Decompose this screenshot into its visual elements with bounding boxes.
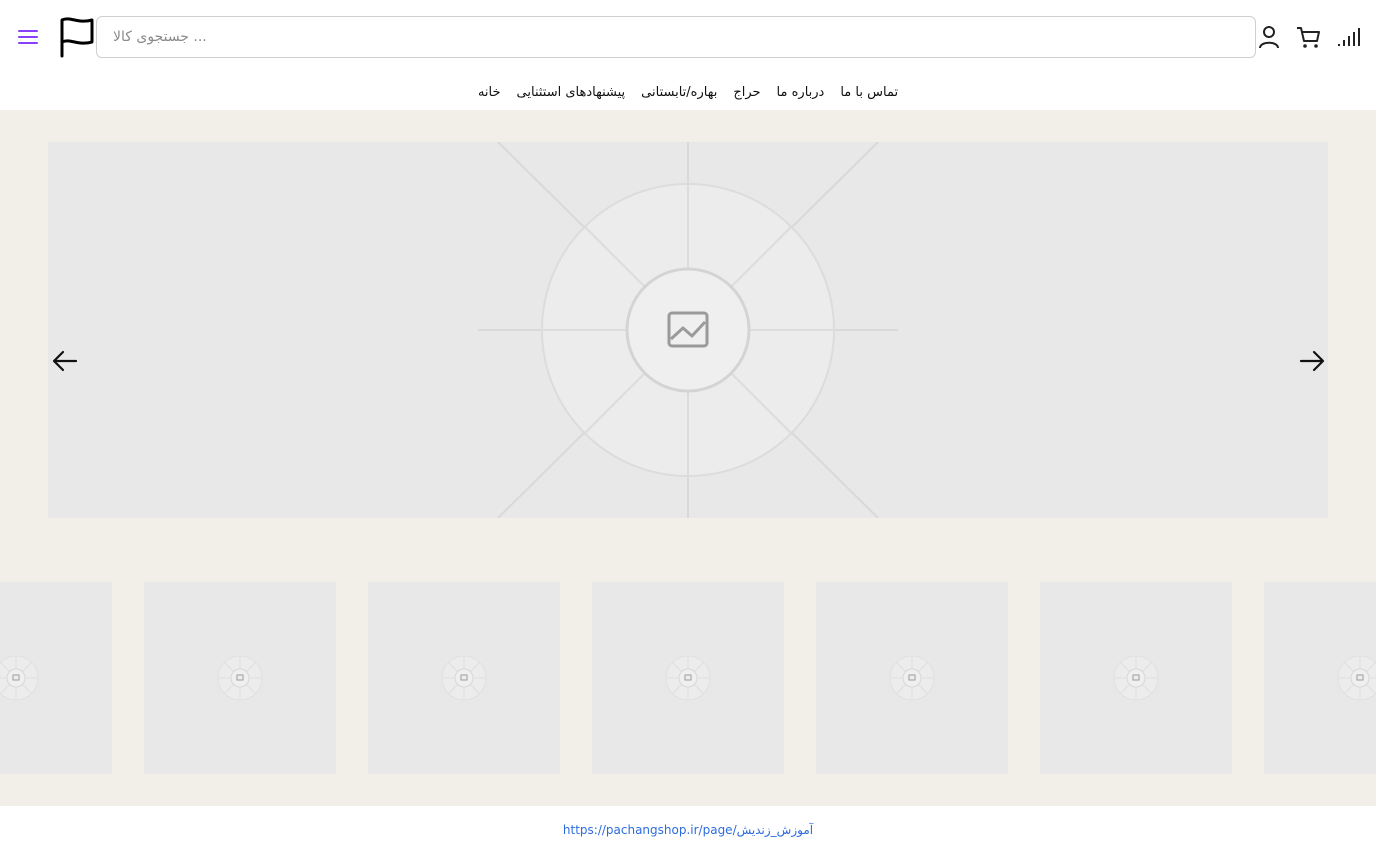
- signal-icon[interactable]: [1336, 24, 1362, 50]
- nav-item-contact[interactable]: تماس با ما: [840, 85, 898, 100]
- image-placeholder-icon: [478, 142, 898, 518]
- hero-slider: [48, 142, 1328, 518]
- image-placeholder-icon: [217, 655, 263, 701]
- thumbnail-item[interactable]: [1040, 582, 1232, 774]
- thumbnail-item[interactable]: [1264, 582, 1376, 774]
- thumbnail-item[interactable]: [816, 582, 1008, 774]
- menu-icon[interactable]: [16, 26, 40, 48]
- nav-item-special-offers[interactable]: پیشنهادهای استثنایی: [517, 85, 626, 100]
- search-input[interactable]: [97, 17, 1255, 57]
- image-placeholder-icon: [0, 655, 39, 701]
- main-nav: تماس با ما درباره ما حراج بهاره/تابستانی…: [0, 74, 1376, 110]
- image-placeholder-icon: [889, 655, 935, 701]
- nav-item-spring-summer[interactable]: بهاره/تابستانی: [641, 85, 717, 100]
- flag-logo-icon[interactable]: [58, 16, 96, 58]
- thumbnail-item[interactable]: [0, 582, 112, 774]
- footer: https://pachangshop.ir/page/آموزش_زندیش: [0, 806, 1376, 854]
- image-placeholder-icon: [665, 655, 711, 701]
- user-icon[interactable]: [1256, 24, 1282, 50]
- cart-icon[interactable]: [1295, 24, 1321, 50]
- thumbnail-carousel: [0, 582, 1376, 774]
- arrow-right-icon[interactable]: [1297, 346, 1327, 376]
- search-box: [96, 16, 1256, 58]
- thumbnail-item[interactable]: [144, 582, 336, 774]
- footer-link[interactable]: https://pachangshop.ir/page/آموزش_زندیش: [563, 823, 813, 837]
- image-placeholder-icon: [1337, 655, 1376, 701]
- image-placeholder-icon: [441, 655, 487, 701]
- thumbnail-item[interactable]: [368, 582, 560, 774]
- header: [0, 0, 1376, 74]
- arrow-left-icon[interactable]: [50, 346, 80, 376]
- nav-item-home[interactable]: خانه: [478, 85, 501, 100]
- nav-item-sale[interactable]: حراج: [733, 85, 760, 100]
- image-placeholder-icon: [1113, 655, 1159, 701]
- main-content: [0, 110, 1376, 806]
- nav-item-about[interactable]: درباره ما: [777, 85, 825, 100]
- thumbnail-item[interactable]: [592, 582, 784, 774]
